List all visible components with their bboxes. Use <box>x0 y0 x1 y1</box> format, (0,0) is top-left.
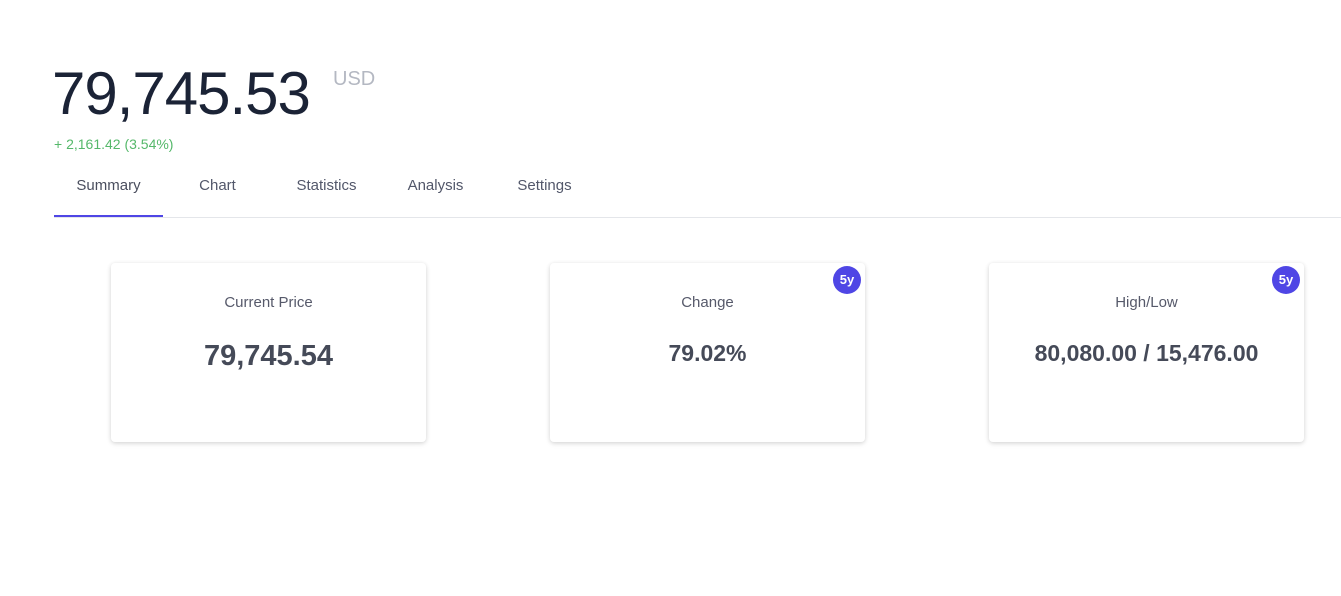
tab-settings[interactable]: Settings <box>490 165 599 217</box>
card-label: High/Low <box>1115 294 1178 311</box>
change-card: Change 79.02% 5y <box>550 263 865 442</box>
price-change: + 2,161.42 (3.54%) <box>54 136 174 152</box>
tab-bar: Summary Chart Statistics Analysis Settin… <box>54 165 1341 218</box>
tab-analysis[interactable]: Analysis <box>381 165 490 217</box>
card-value: 79.02% <box>668 340 747 366</box>
period-badge[interactable]: 5y <box>1272 266 1300 294</box>
card-value: 80,080.00 / 15,476.00 <box>1034 340 1259 366</box>
current-price-card: Current Price 79,745.54 <box>111 263 426 442</box>
tab-statistics[interactable]: Statistics <box>272 165 381 217</box>
tab-summary[interactable]: Summary <box>54 165 163 217</box>
high-low-card: High/Low 80,080.00 / 15,476.00 5y <box>989 263 1304 442</box>
tab-chart[interactable]: Chart <box>163 165 272 217</box>
currency-label: USD <box>333 68 376 90</box>
card-label: Change <box>681 294 734 311</box>
card-value: 79,745.54 <box>203 340 333 372</box>
card-label: Current Price <box>224 294 313 311</box>
main-price: 79,745.53 <box>52 60 311 127</box>
price-header: 79,745.53 USD + 2,161.42 (3.54%) <box>52 56 552 156</box>
period-badge[interactable]: 5y <box>833 266 861 294</box>
active-tab-indicator <box>54 215 163 217</box>
